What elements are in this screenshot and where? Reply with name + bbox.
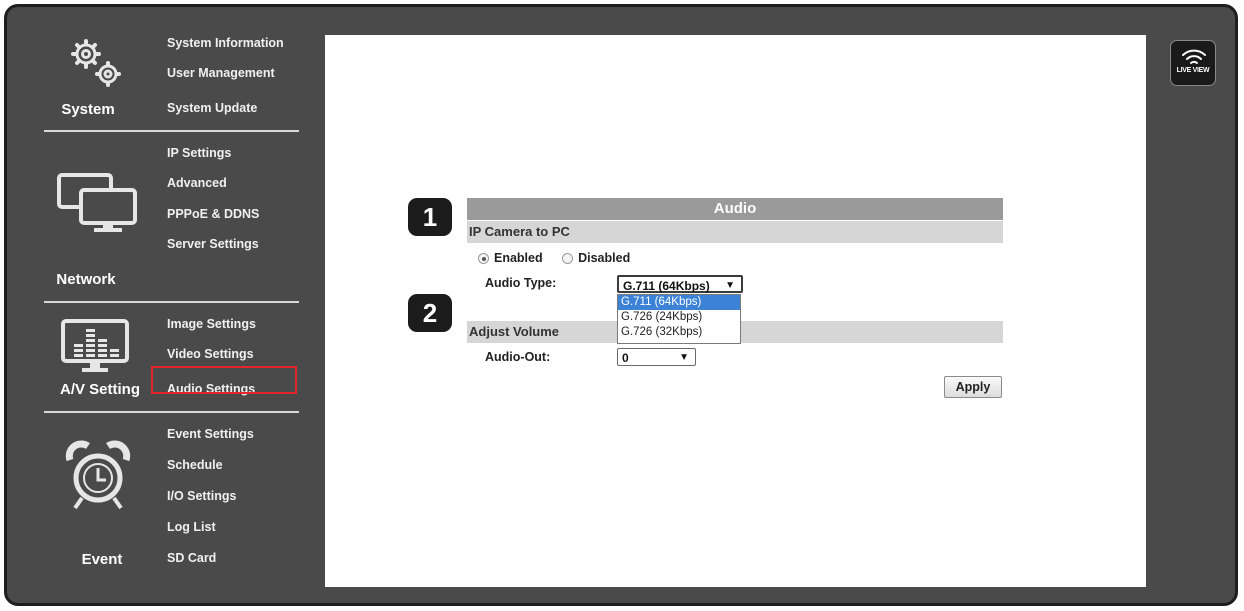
- category-av-setting[interactable]: A/V Setting: [50, 381, 150, 398]
- live-view-button[interactable]: LIVE VIEW: [1170, 40, 1216, 86]
- radio-enabled-indicator[interactable]: [478, 253, 489, 264]
- audio-header: Audio: [467, 198, 1003, 220]
- sidebar-item-advanced[interactable]: Advanced: [167, 176, 227, 190]
- gears-icon: [71, 39, 121, 87]
- section-ip-camera-to-pc: IP Camera to PC: [467, 221, 1003, 243]
- audio-out-label: Audio-Out:: [485, 350, 551, 364]
- active-item-highlight: [151, 366, 297, 394]
- sidebar-item-image-settings[interactable]: Image Settings: [167, 317, 256, 331]
- monitors-icon: [57, 173, 137, 232]
- step-badge-1: 1: [408, 198, 452, 236]
- sidebar-item-ip-settings[interactable]: IP Settings: [167, 146, 231, 160]
- audio-type-value: G.711 (64Kbps): [623, 279, 710, 293]
- sidebar-item-system-information[interactable]: System Information: [167, 36, 284, 50]
- audio-type-select[interactable]: G.711 (64Kbps) ▼: [617, 275, 743, 293]
- sidebar-item-video-settings[interactable]: Video Settings: [167, 347, 254, 361]
- dropdown-option[interactable]: G.711 (64Kbps): [618, 295, 740, 310]
- wifi-signal-icon: [1182, 49, 1206, 64]
- alarm-clock-icon: [65, 440, 131, 510]
- sidebar-item-system-update[interactable]: System Update: [167, 101, 257, 115]
- audio-out-select[interactable]: 0 ▼: [617, 348, 696, 366]
- audio-type-dropdown-list-overlay: G.711 (64Kbps) G.726 (24Kbps) G.726 (32K…: [617, 294, 741, 344]
- radio-enabled-label[interactable]: Enabled: [494, 251, 543, 265]
- audio-type-label: Audio Type:: [485, 276, 557, 290]
- sidebar-item-io-settings[interactable]: I/O Settings: [167, 489, 236, 503]
- radio-enabled[interactable]: Enabled: [478, 251, 546, 265]
- equalizer-monitor-icon: [61, 319, 129, 372]
- radio-disabled-label[interactable]: Disabled: [578, 251, 630, 265]
- sidebar-item-log-list[interactable]: Log List: [167, 520, 216, 534]
- live-view-label: LIVE VIEW: [1176, 67, 1210, 74]
- sidebar-item-pppoe-ddns[interactable]: PPPoE & DDNS: [167, 207, 259, 221]
- category-system[interactable]: System: [38, 101, 138, 118]
- radio-disabled-indicator[interactable]: [562, 253, 574, 264]
- divider: [44, 130, 299, 132]
- divider: [44, 301, 299, 303]
- sidebar-item-schedule[interactable]: Schedule: [167, 458, 223, 472]
- sidebar-item-sd-card[interactable]: SD Card: [167, 551, 216, 565]
- step-badge-2: 2: [408, 294, 452, 332]
- audio-out-value: 0: [622, 351, 629, 365]
- apply-button[interactable]: Apply: [944, 376, 1002, 398]
- category-network[interactable]: Network: [36, 271, 136, 288]
- radio-disabled[interactable]: Disabled: [562, 251, 630, 265]
- sidebar-item-user-management[interactable]: User Management: [167, 66, 275, 80]
- chevron-down-icon: ▼: [725, 280, 735, 291]
- chevron-down-icon: ▼: [679, 352, 689, 363]
- sidebar-item-event-settings[interactable]: Event Settings: [167, 427, 254, 441]
- audio-mode-radio-group: Enabled Disabled: [478, 251, 630, 265]
- category-event[interactable]: Event: [52, 551, 152, 568]
- divider: [44, 411, 299, 413]
- sidebar-item-server-settings[interactable]: Server Settings: [167, 237, 259, 251]
- dropdown-option[interactable]: G.726 (32Kbps): [618, 325, 740, 340]
- dropdown-option[interactable]: G.726 (24Kbps): [618, 310, 740, 325]
